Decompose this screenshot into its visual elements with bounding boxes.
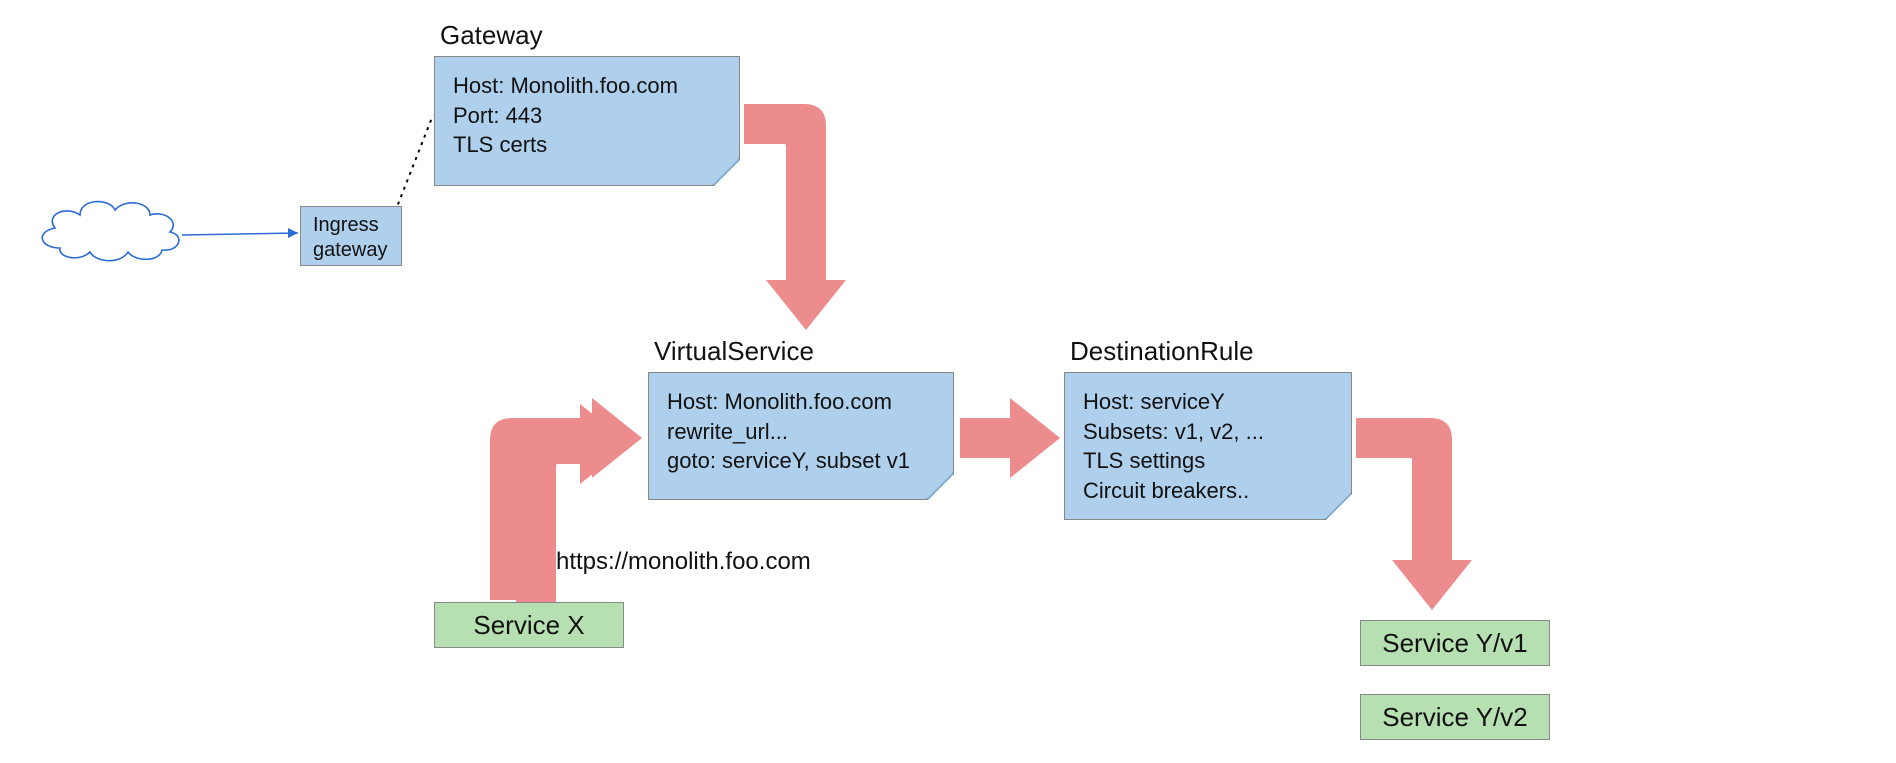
ingress-line1: Ingress bbox=[313, 213, 389, 238]
dotted-connector-ingress-gateway bbox=[395, 115, 433, 212]
diagram-canvas: Gateway Host: Monolith.foo.com Port: 443… bbox=[0, 0, 1896, 763]
virtualservice-note: Host: Monolith.foo.com rewrite_url... go… bbox=[648, 372, 954, 500]
service-y-v2-box: Service Y/v2 bbox=[1360, 694, 1550, 740]
destinationrule-tls: TLS settings bbox=[1083, 446, 1333, 476]
destinationrule-circuit: Circuit breakers.. bbox=[1083, 476, 1333, 506]
service-y-v1-box: Service Y/v1 bbox=[1360, 620, 1550, 666]
virtualservice-title: VirtualService bbox=[654, 336, 814, 367]
cloud-icon bbox=[42, 202, 179, 261]
virtualservice-rewrite: rewrite_url... bbox=[667, 417, 935, 447]
arrow-cloud-to-ingress bbox=[182, 228, 298, 238]
gateway-host: Host: Monolith.foo.com bbox=[453, 71, 721, 101]
monolith-url-label: https://monolith.foo.com bbox=[556, 548, 811, 576]
destinationrule-host: Host: serviceY bbox=[1083, 387, 1333, 417]
virtualservice-host: Host: Monolith.foo.com bbox=[667, 387, 935, 417]
virtualservice-goto: goto: serviceY, subset v1 bbox=[667, 446, 935, 476]
destinationrule-note: Host: serviceY Subsets: v1, v2, ... TLS … bbox=[1064, 372, 1352, 520]
ingress-gateway-box: Ingress gateway bbox=[300, 206, 402, 266]
gateway-title: Gateway bbox=[440, 20, 543, 51]
ingress-line2: gateway bbox=[313, 238, 389, 263]
arrow-gateway-to-virtualservice bbox=[744, 104, 846, 330]
service-x-box: Service X bbox=[434, 602, 624, 648]
gateway-note: Host: Monolith.foo.com Port: 443 TLS cer… bbox=[434, 56, 740, 186]
service-y-v2-label: Service Y/v2 bbox=[1382, 702, 1527, 733]
arrow-destinationrule-to-servicey bbox=[1356, 418, 1472, 610]
arrow-virtualservice-to-destinationrule bbox=[960, 398, 1060, 478]
gateway-port: Port: 443 bbox=[453, 101, 721, 131]
service-x-label: Service X bbox=[473, 610, 584, 641]
destinationrule-subsets: Subsets: v1, v2, ... bbox=[1083, 417, 1333, 447]
destinationrule-title: DestinationRule bbox=[1070, 336, 1254, 367]
service-y-v1-label: Service Y/v1 bbox=[1382, 628, 1527, 659]
gateway-tls: TLS certs bbox=[453, 130, 721, 160]
